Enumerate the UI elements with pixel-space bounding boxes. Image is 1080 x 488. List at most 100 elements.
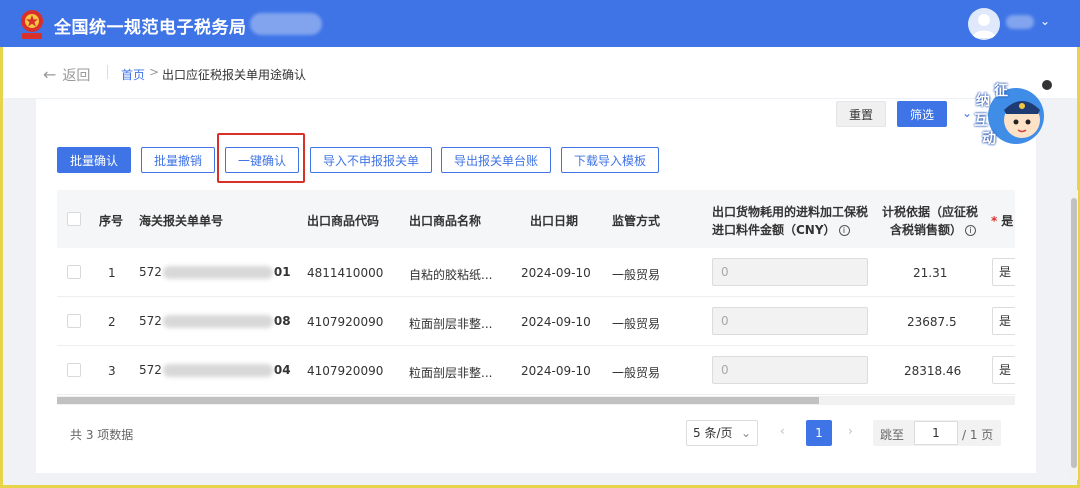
table-row: 3 572 04 4107920090 粒面剖层非整... 2024-09-10 … [57, 346, 1015, 395]
page-size-value: 5 条/页 [693, 426, 733, 440]
select-all-checkbox[interactable] [67, 212, 81, 226]
header-bonded-amount-line2: 进口料件金额（CNY） i [712, 221, 850, 238]
header-declaration-no: 海关报关单单号 [139, 214, 224, 228]
flag-select[interactable]: 是 [992, 307, 1015, 335]
declaration-prefix: 572 [139, 265, 162, 279]
info-icon[interactable]: i [838, 225, 850, 236]
bonded-amount-input: 0 [712, 307, 868, 335]
chevron-down-icon: ⌄ [740, 426, 751, 440]
tax-emblem-icon [18, 7, 46, 41]
blurred-badge [250, 13, 322, 35]
page-jump-input[interactable]: 1 [914, 421, 958, 445]
highlight-box [217, 133, 305, 183]
reset-button[interactable]: 重置 [836, 101, 886, 127]
close-dot-icon[interactable] [1042, 80, 1052, 90]
table-header: 序号 海关报关单单号 出口商品代码 出口商品名称 出口日期 监管方式 出口货物耗… [57, 190, 1015, 248]
blurred-digits [162, 266, 273, 279]
declaration-suffix: 04 [273, 363, 291, 377]
required-mark: * [991, 214, 998, 228]
divider [107, 65, 108, 79]
header-product-name: 出口商品名称 [409, 214, 482, 228]
prev-page-icon[interactable]: ‹ [780, 424, 785, 438]
cell-supervision: 一般贸易 [612, 366, 661, 380]
export-ledger-button[interactable]: 导出报关单台账 [441, 147, 551, 173]
mascot-char: 纳 [976, 93, 990, 109]
header-text: 是 [1001, 214, 1014, 228]
total-count: 共 3 项数据 [70, 428, 134, 442]
flag-select[interactable]: 是 [992, 258, 1015, 286]
row-checkbox[interactable] [67, 314, 81, 328]
import-no-declare-button[interactable]: 导入不申报报关单 [310, 147, 432, 173]
cell-product-name: 粒面剖层非整... [409, 366, 493, 380]
declaration-suffix: 08 [273, 314, 291, 328]
row-checkbox[interactable] [67, 363, 81, 377]
cell-declaration-no: 572 08 [139, 314, 291, 328]
bonded-amount-input: 0 [712, 258, 868, 286]
mascot-char: 互 [974, 113, 988, 129]
cell-export-date: 2024-09-10 [521, 364, 591, 378]
cell-seq: 3 [108, 364, 116, 378]
row-checkbox[interactable] [67, 265, 81, 279]
cell-product-name: 自粘的胶粘纸... [409, 268, 493, 282]
back-link[interactable]: ← 返回 [43, 65, 90, 85]
header-required-flag: * 是 [991, 212, 1013, 229]
mascot-char: 征 [994, 83, 1008, 99]
batch-revoke-button[interactable]: 批量撤销 [141, 147, 215, 173]
scrollbar-thumb[interactable] [57, 397, 819, 404]
cell-supervision: 一般贸易 [612, 268, 661, 282]
cell-tax-basis: 21.31 [913, 266, 948, 280]
chevron-down-icon[interactable]: ⌄ [962, 106, 972, 120]
declaration-suffix: 01 [273, 265, 291, 279]
info-icon[interactable]: i [965, 225, 977, 236]
header-text: 进口料件金额（CNY） [712, 223, 836, 237]
breadcrumb-home[interactable]: 首页 [121, 66, 145, 83]
mascot-char: 动 [982, 131, 996, 147]
cell-seq: 2 [108, 315, 116, 329]
breadcrumb-separator: > [149, 65, 160, 79]
user-avatar-icon[interactable] [968, 8, 1000, 40]
page-jump-label: 跳至 [880, 428, 905, 442]
back-label: 返回 [62, 68, 91, 84]
table-row: 2 572 08 4107920090 粒面剖层非整... 2024-09-10 … [57, 297, 1015, 346]
vertical-scrollbar[interactable] [1070, 190, 1078, 480]
cell-declaration-no: 572 04 [139, 363, 291, 377]
arrow-left-icon: ← [43, 65, 57, 84]
batch-confirm-button[interactable]: 批量确认 [57, 147, 131, 173]
next-page-icon[interactable]: › [848, 424, 853, 438]
filter-button[interactable]: 筛选 [897, 101, 947, 127]
breadcrumb-bar: ← 返回 首页 > 出口应征税报关单用途确认 [3, 47, 1077, 99]
flag-select[interactable]: 是 [992, 356, 1015, 384]
cell-export-date: 2024-09-10 [521, 266, 591, 280]
app-title: 全国统一规范电子税务局 [54, 18, 247, 38]
cell-tax-basis: 28318.46 [904, 364, 962, 378]
header-tax-basis-line2: 含税销售额） i [890, 221, 977, 238]
header-supervision: 监管方式 [612, 214, 661, 228]
header-export-date: 出口日期 [530, 214, 579, 228]
header-text: 含税销售额） [890, 223, 963, 237]
header-tax-basis-line1: 计税依据（应征税 [882, 205, 979, 219]
chevron-down-icon[interactable]: ⌄ [1040, 14, 1050, 28]
cell-seq: 1 [108, 266, 116, 280]
horizontal-scrollbar[interactable] [57, 396, 1015, 405]
cell-product-code: 4107920090 [307, 315, 384, 329]
cell-tax-basis: 23687.5 [907, 315, 957, 329]
blurred-user-name[interactable] [1006, 15, 1034, 29]
scrollbar-thumb[interactable] [1071, 198, 1077, 468]
total-pages: / 1 页 [962, 428, 994, 442]
blurred-digits [162, 364, 273, 377]
page-number-current[interactable]: 1 [806, 420, 832, 446]
cell-declaration-no: 572 01 [139, 265, 291, 279]
app-header: 全国统一规范电子税务局 ⌄ [0, 0, 1080, 47]
download-template-button[interactable]: 下载导入模板 [561, 147, 659, 173]
page-size-select[interactable]: 5 条/页 ⌄ [686, 420, 758, 446]
breadcrumb-current: 出口应征税报关单用途确认 [162, 68, 307, 82]
table-row: 1 572 01 4811410000 自粘的胶粘纸... 2024-09-10 … [57, 248, 1015, 297]
cell-product-name: 粒面剖层非整... [409, 317, 493, 331]
header-bonded-amount-line1: 出口货物耗用的进料加工保税 [712, 205, 869, 219]
cell-export-date: 2024-09-10 [521, 315, 591, 329]
cell-product-code: 4811410000 [307, 266, 384, 280]
tax-mascot-icon[interactable]: 征 纳 互 动 [972, 80, 1048, 150]
blurred-digits [162, 315, 273, 328]
cell-supervision: 一般贸易 [612, 317, 661, 331]
declaration-prefix: 572 [139, 363, 162, 377]
